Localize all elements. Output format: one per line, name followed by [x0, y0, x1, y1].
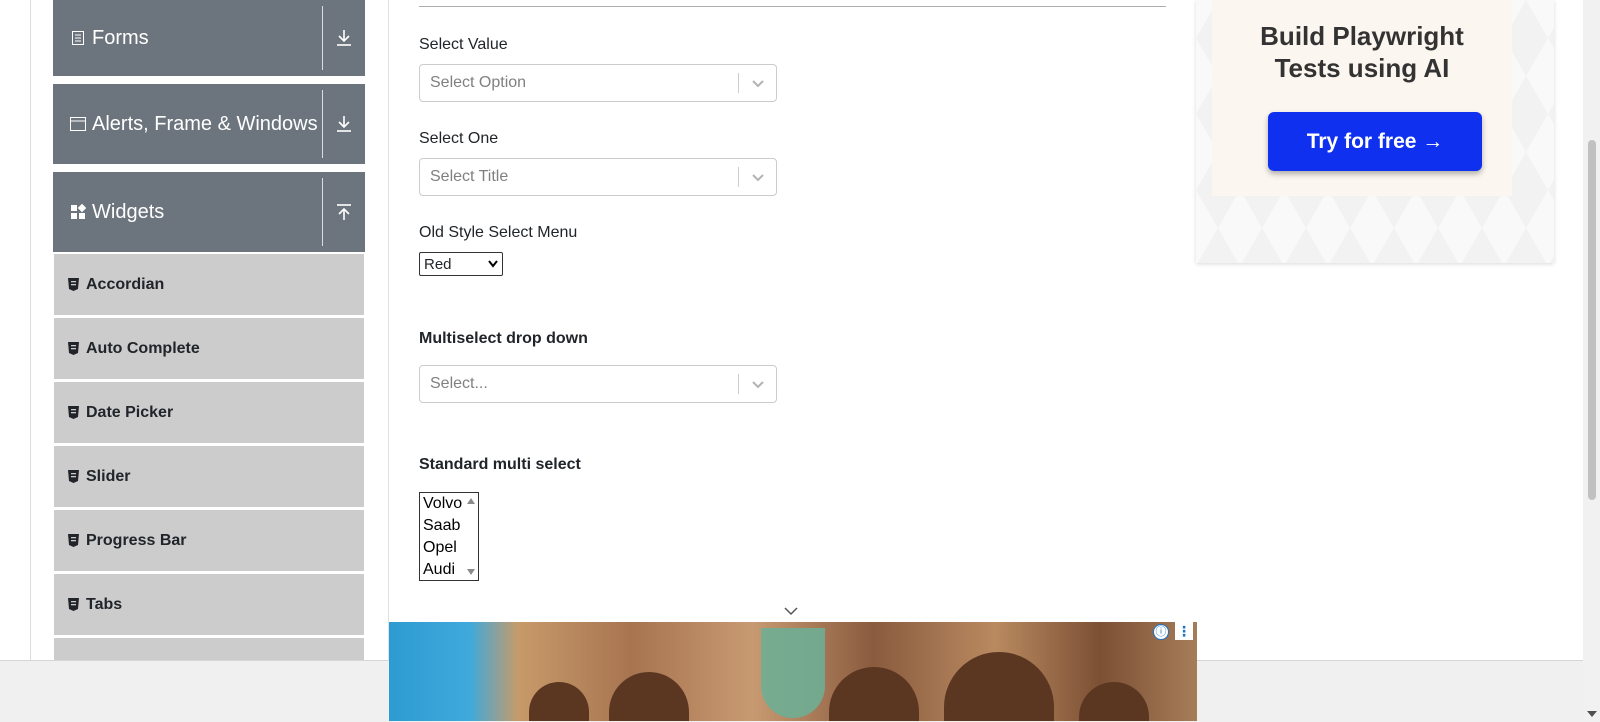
indicator-separator	[738, 73, 739, 93]
playwright-ad[interactable]: Build Playwright Tests using AI Try for …	[1196, 0, 1554, 263]
scroll-down-icon[interactable]	[1587, 711, 1597, 717]
arch-shape	[829, 667, 919, 721]
scroll-up-icon[interactable]	[467, 498, 475, 504]
sidebar-item-label: Tabs	[86, 595, 123, 613]
arch-shape	[944, 652, 1054, 721]
content-divider	[388, 0, 389, 660]
list-option[interactable]: Volvo	[423, 495, 462, 513]
sidebar-item-label: Progress Bar	[86, 531, 187, 549]
sidebar-item-partial[interactable]	[54, 638, 364, 660]
html5-icon	[68, 598, 79, 611]
download-arrow-icon[interactable]	[323, 0, 365, 76]
html5-icon	[68, 278, 79, 291]
page-scrollbar[interactable]	[1583, 0, 1600, 721]
ad-headline-line2: Tests using AI	[1274, 53, 1450, 83]
section-divider	[419, 6, 1166, 7]
old-style-selected-value: Red	[424, 255, 452, 273]
standard-multi-label: Standard multi select	[419, 456, 581, 473]
arch-shape	[609, 672, 689, 721]
select-one-dropdown[interactable]: Select Title	[419, 158, 777, 196]
ad-info-icon[interactable]: ⓘ	[1153, 624, 1169, 640]
chevron-down-icon[interactable]	[748, 74, 768, 94]
chevron-down-icon[interactable]	[783, 606, 799, 616]
sidebar-group-widgets[interactable]: Widgets	[53, 172, 365, 252]
chevron-down-icon[interactable]	[748, 168, 768, 188]
sidebar-item-tabs[interactable]: Tabs	[54, 574, 364, 635]
arch-shape	[1079, 682, 1149, 721]
sidebar-group-alerts[interactable]: Alerts, Frame & Windows	[53, 84, 365, 164]
multiselect-placeholder: Select...	[430, 375, 488, 392]
sidebar-item-label: Slider	[86, 467, 131, 485]
sidebar-item-label: Date Picker	[86, 403, 174, 421]
sidebar-item-date-picker[interactable]: Date Picker	[54, 382, 364, 443]
ad-headline-line1: Build Playwright	[1260, 21, 1464, 51]
form-icon	[70, 30, 86, 46]
download-arrow-icon[interactable]	[323, 84, 365, 164]
html5-icon	[68, 534, 79, 547]
select-value-placeholder: Select Option	[430, 74, 527, 91]
html5-icon	[68, 342, 79, 355]
select-value-label: Select Value	[419, 36, 508, 53]
sidebar-item-label: Auto Complete	[86, 339, 200, 357]
html5-icon	[68, 406, 79, 419]
scrollbar-thumb[interactable]	[1588, 140, 1596, 500]
sidebar-item-label: Accordian	[86, 275, 165, 293]
sidebar-item-auto-complete[interactable]: Auto Complete	[54, 318, 364, 379]
window-icon	[70, 116, 86, 132]
chevron-down-icon	[488, 260, 498, 268]
select-value-dropdown[interactable]: Select Option	[419, 64, 777, 102]
select-one-label: Select One	[419, 130, 499, 147]
list-option[interactable]: Audi	[423, 561, 455, 579]
indicator-separator	[738, 167, 739, 187]
standard-multi-select[interactable]: Volvo Saab Opel Audi	[419, 492, 479, 581]
ad-headline: Build Playwright Tests using AI	[1212, 20, 1512, 84]
sidebar-item-progress-bar[interactable]: Progress Bar	[54, 510, 364, 571]
multiselect-dropdown[interactable]: Select...	[419, 365, 777, 403]
arch-shape	[529, 682, 589, 721]
scroll-down-icon[interactable]	[467, 569, 475, 575]
sidebar-group-forms[interactable]: Forms	[53, 0, 365, 76]
shield-logo-icon	[761, 628, 825, 718]
old-style-select-label: Old Style Select Menu	[419, 224, 578, 241]
colosseum-banner-ad[interactable]: ⓘ ⋮	[389, 622, 1197, 721]
select-one-placeholder: Select Title	[430, 168, 509, 185]
sidebar-item-accordian[interactable]: Accordian	[54, 254, 364, 315]
multiselect-label: Multiselect drop down	[419, 330, 588, 347]
indicator-separator	[738, 374, 739, 394]
widgets-icon	[70, 204, 86, 220]
list-option[interactable]: Opel	[423, 539, 457, 557]
chevron-down-icon[interactable]	[748, 375, 768, 395]
try-for-free-button[interactable]: Try for free →	[1268, 112, 1482, 171]
upload-arrow-icon[interactable]	[323, 172, 365, 252]
ad-more-icon[interactable]: ⋮	[1175, 622, 1193, 640]
sidebar-item-slider[interactable]: Slider	[54, 446, 364, 507]
old-style-select[interactable]: Red	[419, 252, 503, 276]
ad-card: Build Playwright Tests using AI Try for …	[1212, 0, 1512, 196]
html5-icon	[68, 470, 79, 483]
page-left-border	[30, 0, 31, 660]
list-option[interactable]: Saab	[423, 517, 460, 535]
